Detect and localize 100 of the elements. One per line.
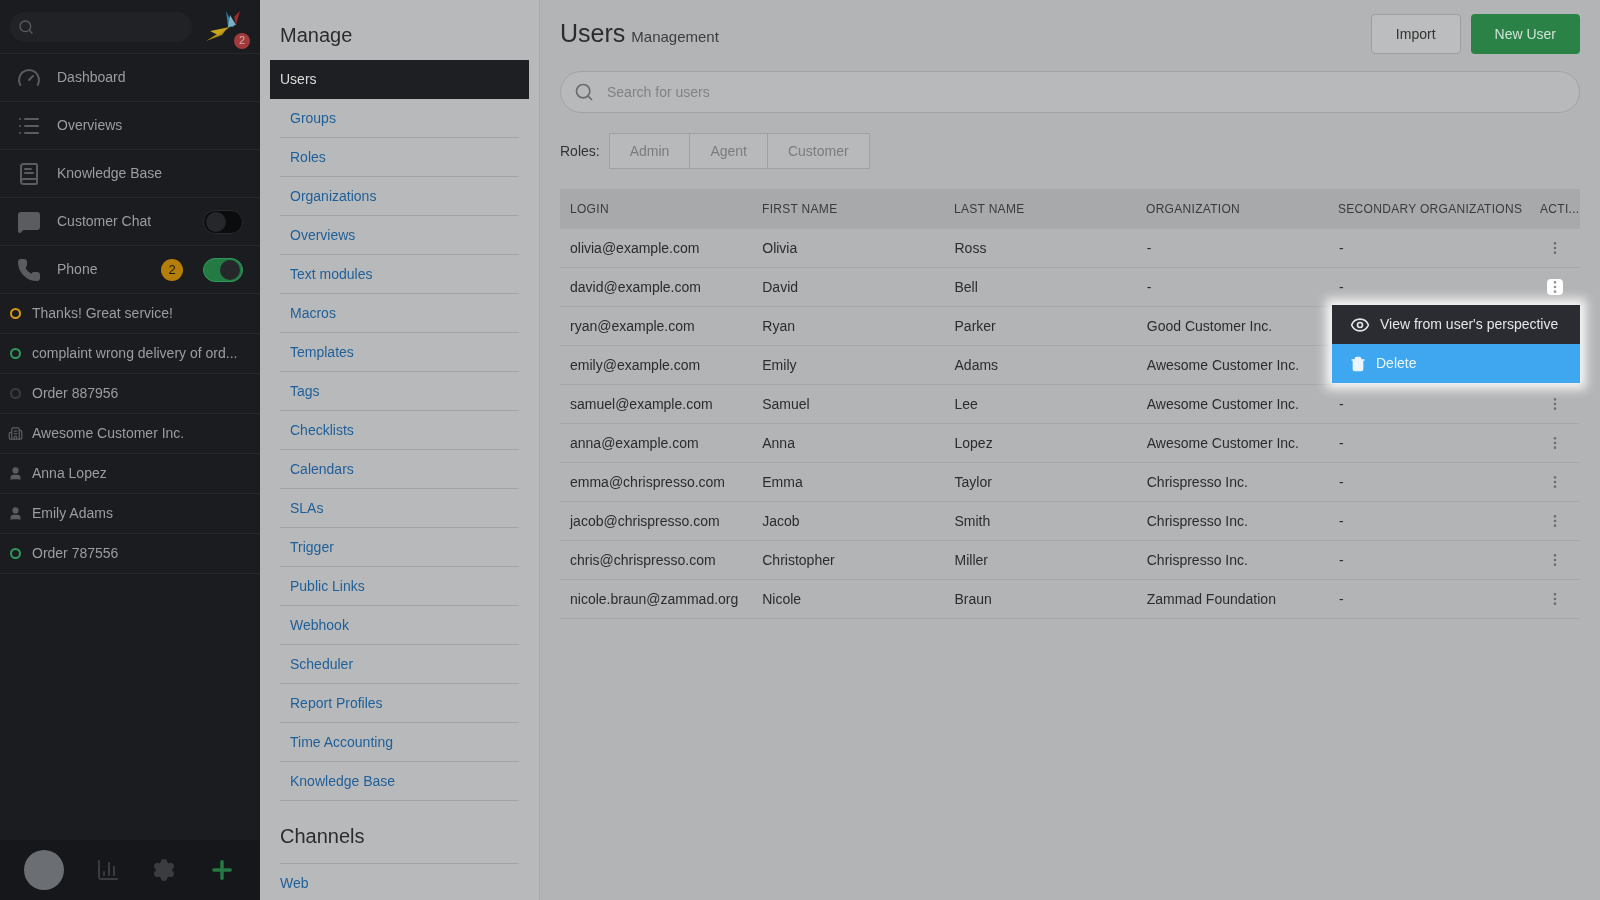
table-cell-text: - [1338, 433, 1345, 453]
table-cell-text: Emily [761, 355, 798, 375]
chat-bubble-icon [17, 209, 41, 234]
table-cell-text: Ryan [761, 316, 796, 336]
admin-menu-item[interactable]: Checklists [280, 411, 519, 450]
table-cell-text: Chrispresso Inc. [1145, 550, 1249, 570]
admin-menu-item[interactable]: Trigger [280, 528, 519, 567]
phone-icon [17, 257, 41, 282]
admin-menu-item[interactable]: Templates [280, 333, 519, 372]
table-cell-text: - [1338, 238, 1345, 258]
table-cell-text: Chrispresso Inc. [1145, 472, 1249, 492]
admin-menu-item[interactable]: Knowledge Base [280, 762, 519, 801]
kebab-menu-icon[interactable] [1547, 279, 1564, 295]
table-cell-text: anna@example.com [569, 433, 700, 453]
table-cell-text: Ross [953, 238, 988, 258]
table-cell-text: Taylor [953, 472, 993, 492]
table-cell-text: Adams [953, 355, 1000, 375]
admin-menu-item[interactable]: Tags [280, 372, 519, 411]
admin-menu-item[interactable]: Calendars [280, 450, 519, 489]
nav-item[interactable]: Customer Chat [0, 198, 260, 246]
admin-menu-item[interactable]: Web [280, 863, 519, 900]
table-cell-text: Braun [953, 589, 993, 609]
nav-item[interactable]: Phone 2 [0, 246, 260, 294]
column-header[interactable]: ACTI... [1530, 200, 1580, 218]
section-heading: Manage [279, 23, 354, 48]
role-filter[interactable]: Agent [689, 133, 768, 169]
settings-icon[interactable] [152, 858, 176, 882]
search-field[interactable] [10, 11, 192, 42]
table-cell-text: nicole.braun@zammad.org [569, 589, 740, 609]
menu-item[interactable]: Delete [1332, 344, 1580, 383]
admin-menu-item[interactable]: Groups [280, 99, 519, 138]
column-header[interactable]: ORGANIZATION [1136, 200, 1328, 218]
admin-menu-item[interactable]: Organizations [280, 177, 519, 216]
toggle-switch[interactable] [203, 209, 243, 234]
admin-menu-item[interactable]: Time Accounting [280, 723, 519, 762]
menu-item[interactable]: View from user's perspective [1332, 305, 1580, 344]
import-button[interactable]: Import [1370, 14, 1461, 54]
avatar[interactable] [24, 850, 64, 890]
new-user-button[interactable]: New User [1470, 14, 1580, 54]
table-cell-text: emma@chrispresso.com [569, 472, 727, 492]
table-cell-text: - [1338, 550, 1345, 570]
table-cell-text: - [1338, 277, 1345, 297]
nav-item[interactable]: Knowledge Base [0, 150, 260, 198]
table-cell-text: ryan@example.com [569, 316, 696, 336]
task-label: complaint wrong delivery of ord... [32, 344, 238, 363]
search-icon [574, 82, 594, 102]
table-cell-text: Zammad Foundation [1145, 589, 1277, 609]
table-cell-text: Lee [953, 394, 979, 414]
task-label: Emily Adams [32, 504, 113, 523]
column-header[interactable]: SECONDARY ORGANIZATIONS [1328, 200, 1530, 218]
column-header[interactable]: LOGIN [560, 200, 752, 218]
table-cell-text: Awesome Customer Inc. [1145, 433, 1300, 453]
building-icon [8, 426, 23, 441]
table-cell-text: Nicole [761, 589, 803, 609]
book-icon [17, 161, 41, 186]
admin-menu-item[interactable]: Scheduler [280, 645, 519, 684]
section-heading: Channels [279, 824, 366, 849]
task-label: Awesome Customer Inc. [32, 424, 185, 443]
role-filter[interactable]: Admin [608, 133, 691, 169]
person-icon [8, 506, 23, 521]
table-cell-text: Parker [953, 316, 997, 336]
page-subtitle: Management [631, 27, 719, 48]
admin-menu-item[interactable]: Roles [280, 138, 519, 177]
admin-menu-item[interactable]: Macros [280, 294, 519, 333]
admin-menu-item[interactable]: Text modules [280, 255, 519, 294]
task-label: Thanks! Great service! [32, 304, 173, 323]
admin-menu-item[interactable]: Report Profiles [280, 684, 519, 723]
table-cell-text: - [1145, 238, 1153, 258]
task-label: Order 787556 [32, 544, 119, 563]
trash-icon [1350, 355, 1366, 372]
admin-menu-item[interactable]: Overviews [280, 216, 519, 255]
notification-badge: 2 [234, 32, 250, 49]
table-cell-text: - [1338, 589, 1345, 609]
task-label: Order 887956 [32, 384, 119, 403]
admin-menu-item[interactable]: Webhook [280, 606, 519, 645]
table-cell-text: Anna [761, 433, 796, 453]
table-cell-text: olivia@example.com [569, 238, 701, 258]
table-cell-text: Jacob [761, 511, 801, 531]
column-header[interactable]: LAST NAME [944, 200, 1136, 218]
toggle-switch[interactable] [203, 257, 243, 282]
admin-menu-item[interactable]: Users [270, 60, 529, 99]
count-badge: 2 [161, 258, 183, 281]
table-cell-text: jacob@chrispresso.com [568, 511, 721, 531]
table-cell-text: emily@example.com [569, 355, 702, 375]
table-cell-text: samuel@example.com [569, 394, 714, 414]
admin-menu-item[interactable]: Public Links [280, 567, 519, 606]
page-title: Users [560, 18, 626, 50]
role-filter[interactable]: Customer [766, 133, 870, 169]
bar-chart-icon[interactable] [96, 858, 120, 882]
table-cell-text: - [1145, 277, 1153, 297]
table-cell-text: Bell [953, 277, 979, 297]
admin-menu-item[interactable]: SLAs [280, 489, 519, 528]
table-cell-text: david@example.com [569, 277, 702, 297]
table-cell-text: Emma [761, 472, 804, 492]
table-cell-text: - [1338, 472, 1345, 492]
table-cell-text: Olivia [761, 238, 799, 258]
table-cell-text: Smith [953, 511, 992, 531]
table-cell-text: Chrispresso Inc. [1145, 511, 1249, 531]
column-header[interactable]: FIRST NAME [752, 200, 944, 218]
table-cell-text: Christopher [761, 550, 836, 570]
